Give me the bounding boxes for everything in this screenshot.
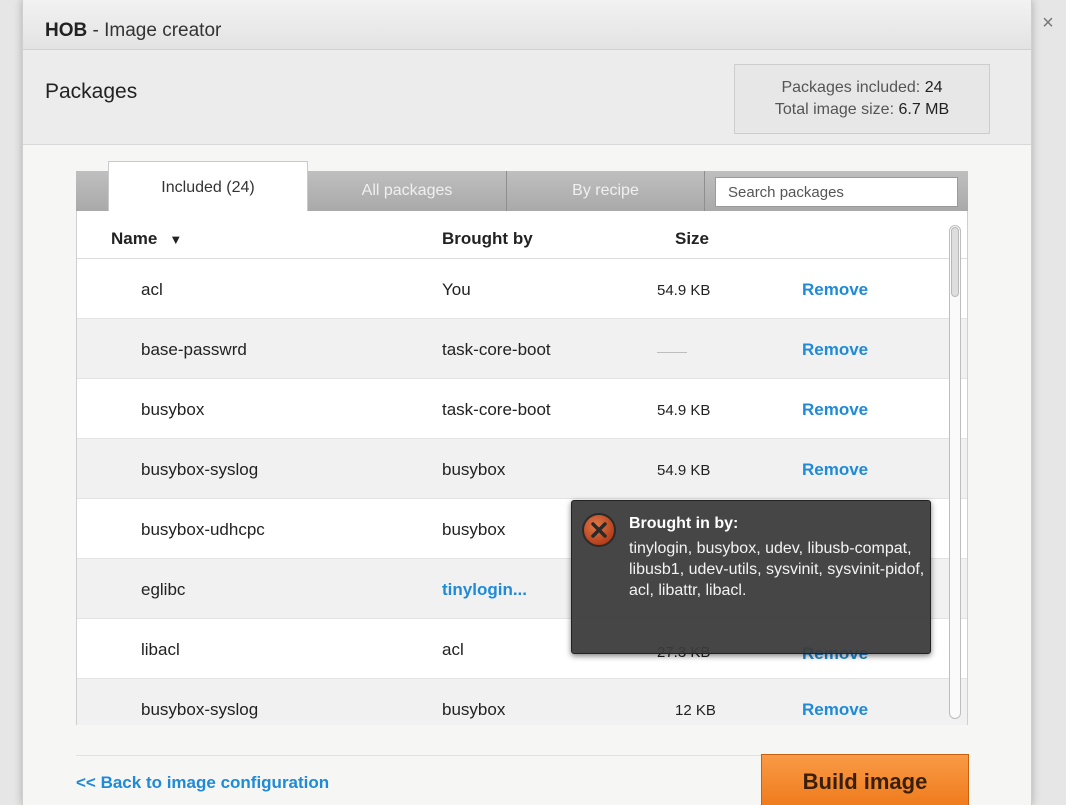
brought-by: task-core-boot	[442, 340, 551, 359]
search-input[interactable]	[715, 177, 958, 207]
tab-by-recipe[interactable]: By recipe	[507, 171, 704, 211]
package-name: busybox-syslog	[141, 460, 259, 479]
brought-by: busybox	[442, 460, 506, 479]
window-title: - Image creator	[87, 20, 222, 41]
packages-included-line: Packages included: 24	[735, 77, 989, 99]
table-scrollbar[interactable]	[949, 225, 961, 719]
brought-by: busybox	[442, 520, 506, 539]
brought-by-link[interactable]: tinylogin...	[442, 580, 527, 600]
package-name: base-passwrd	[141, 340, 247, 359]
tab-all-packages[interactable]: All packages	[308, 171, 506, 211]
column-header-brought-by[interactable]: Brought by	[442, 229, 533, 249]
column-header-size[interactable]: Size	[675, 229, 709, 249]
package-size: 54.9 KB	[657, 402, 711, 419]
table-row[interactable]: acl You 54.9 KB Remove	[77, 259, 967, 319]
close-icon[interactable]: ×	[1035, 10, 1061, 36]
package-size: 12 KB	[675, 702, 716, 719]
remove-button[interactable]: Remove	[802, 460, 868, 480]
brought-by: acl	[442, 640, 464, 659]
package-size: 54.9 KB	[657, 282, 711, 299]
tab-divider	[704, 171, 705, 211]
brought-in-by-tooltip: Brought in by: tinylogin, busybox, udev,…	[571, 500, 931, 654]
size-unknown-dash	[657, 352, 687, 353]
package-name: busybox-udhcpc	[141, 520, 265, 539]
remove-button[interactable]: Remove	[802, 280, 868, 300]
total-size-line: Total image size: 6.7 MB	[735, 99, 989, 121]
table-row[interactable]: base-passwrd task-core-boot Remove	[77, 319, 967, 379]
sort-descending-icon: ▼	[169, 232, 183, 247]
column-name-label: Name	[111, 229, 158, 248]
total-size-label: Total image size:	[774, 101, 895, 118]
package-summary: Packages included: 24 Total image size: …	[734, 64, 990, 134]
scrollbar-thumb[interactable]	[951, 227, 959, 297]
remove-button[interactable]: Remove	[802, 400, 868, 420]
packages-included-value: 24	[924, 79, 943, 96]
package-name: busybox-syslog	[141, 700, 259, 719]
build-image-button[interactable]: Build image	[761, 754, 969, 805]
brought-by: busybox	[442, 700, 506, 719]
brought-by: task-core-boot	[442, 400, 551, 419]
total-size-value: 6.7 MB	[898, 101, 950, 118]
app-name: HOB	[45, 20, 88, 41]
table-row[interactable]: busybox-syslog busybox 54.9 KB Remove	[77, 439, 967, 499]
tab-bar: Included (24) All packages By recipe	[76, 161, 968, 212]
error-icon	[582, 513, 616, 547]
package-name: acl	[141, 280, 163, 299]
page-title: Packages	[45, 80, 138, 103]
package-name: busybox	[141, 400, 205, 419]
titlebar: HOB - Image creator	[23, 0, 1031, 50]
packages-included-label: Packages included:	[781, 79, 921, 96]
package-name: eglibc	[141, 580, 186, 599]
table-header: Name ▼ Brought by Size	[77, 211, 967, 259]
remove-button[interactable]: Remove	[802, 700, 868, 720]
package-size: 54.9 KB	[657, 462, 711, 479]
page-header: Packages Packages included: 24 Total ima…	[23, 50, 1031, 145]
brought-by: You	[442, 280, 471, 299]
back-to-image-configuration-link[interactable]: << Back to image configuration	[76, 773, 329, 793]
table-row[interactable]: busybox-syslog busybox 12 KB Remove	[77, 679, 967, 725]
tab-included[interactable]: Included (24)	[108, 161, 308, 212]
error-x-glyph	[591, 522, 607, 538]
remove-button[interactable]: Remove	[802, 340, 868, 360]
column-header-name[interactable]: Name ▼	[111, 229, 182, 249]
tooltip-body: tinylogin, busybox, udev, libusb-compat,…	[629, 540, 925, 599]
package-name: libacl	[141, 640, 180, 659]
tooltip-title: Brought in by:	[629, 515, 739, 532]
table-row[interactable]: busybox task-core-boot 54.9 KB Remove	[77, 379, 967, 439]
